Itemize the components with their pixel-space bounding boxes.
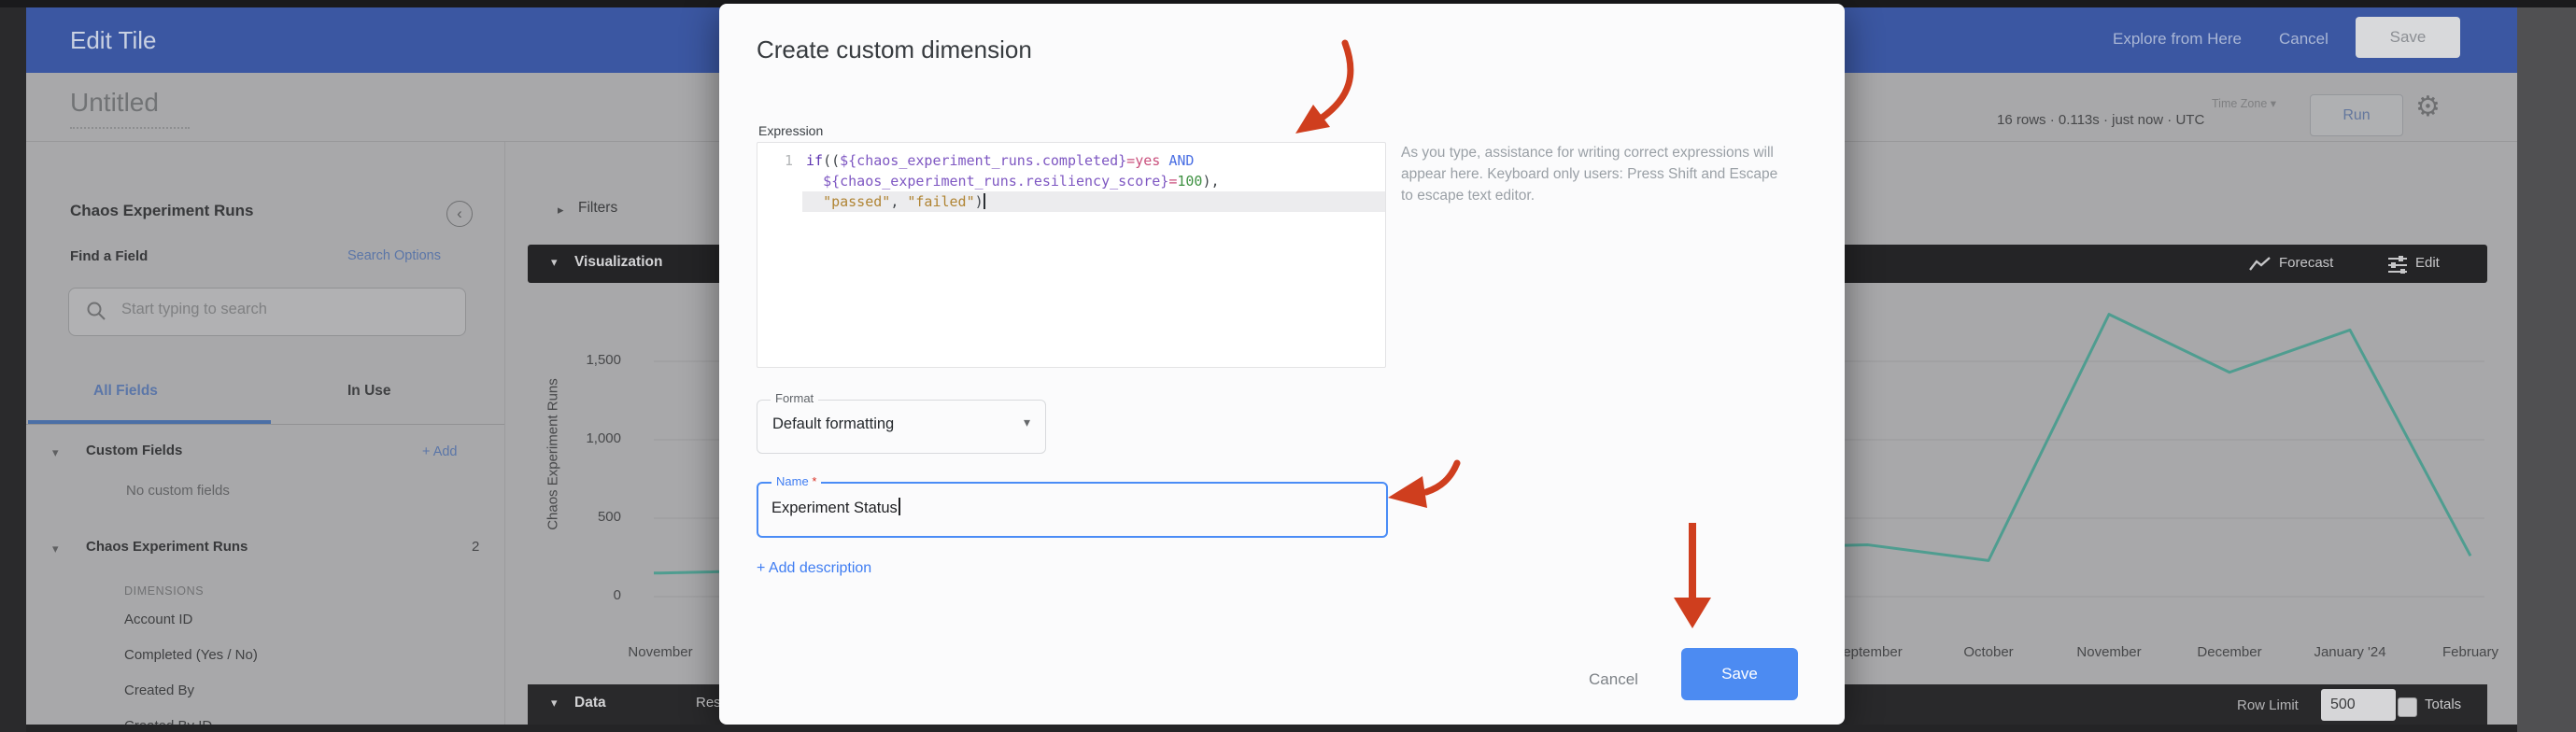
create-custom-dimension-dialog: Create custom dimension Expression 1if((…: [719, 4, 1845, 725]
filters-disclosure-icon: ▸: [558, 203, 564, 218]
x-tick-label: November: [2039, 644, 2179, 660]
letterbox-bottom: [26, 725, 2517, 732]
custom-fields-section[interactable]: Custom Fields: [86, 443, 182, 458]
tab-hairline: [26, 424, 504, 425]
row-limit-label: Row Limit: [2237, 697, 2299, 713]
name-value: Experiment Status: [771, 498, 900, 517]
name-field[interactable]: Name * Experiment Status: [757, 482, 1388, 538]
chart-y-axis-label: Chaos Experiment Runs: [545, 305, 561, 604]
format-value: Default formatting: [772, 415, 894, 433]
add-description-link[interactable]: + Add description: [757, 560, 871, 577]
tile-title-underline: [70, 127, 190, 129]
expression-code-editor[interactable]: 1if((${chaos_experiment_runs.completed}=…: [757, 142, 1386, 368]
header-save-button[interactable]: Save: [2356, 17, 2460, 58]
no-custom-fields-text: No custom fields: [126, 483, 230, 499]
dialog-cancel-button[interactable]: Cancel: [1560, 657, 1667, 702]
totals-label: Totals: [2425, 697, 2461, 712]
dropdown-caret-icon: ▾: [1024, 415, 1030, 430]
explore-from-here-link[interactable]: Explore from Here: [2113, 30, 2242, 49]
field-item[interactable]: Account ID: [124, 602, 479, 638]
required-asterisk: *: [812, 474, 816, 488]
screen: Chaos Experiment Runs 0 500 1,000 1,500 Nov…: [0, 0, 2576, 732]
dimension-field-list: Account IDCompleted (Yes / No)Created By…: [124, 602, 479, 732]
edit-sliders-icon: [2387, 255, 2408, 274]
search-icon: [86, 301, 106, 321]
chevron-down-icon: ▾: [551, 255, 558, 270]
field-item[interactable]: Created By: [124, 673, 479, 709]
chevron-down-icon: ▾: [52, 445, 59, 460]
add-custom-field-link[interactable]: + Add: [422, 444, 458, 459]
tile-title-input[interactable]: Untitled: [70, 88, 159, 118]
x-tick-label: December: [2159, 644, 2300, 660]
format-select[interactable]: Format Default formatting ▾: [757, 400, 1046, 454]
y-tick-label: 500: [523, 509, 621, 525]
text-cursor: [899, 498, 900, 515]
data-label: Data: [574, 695, 606, 711]
filters-section-header[interactable]: Filters: [578, 200, 617, 217]
field-item[interactable]: Completed (Yes / No): [124, 638, 479, 673]
header-cancel-button[interactable]: Cancel: [2279, 30, 2328, 49]
search-placeholder: Start typing to search: [121, 301, 267, 318]
dialog-save-button[interactable]: Save: [1681, 648, 1798, 700]
search-options-link[interactable]: Search Options: [347, 248, 441, 263]
letterbox-left: [0, 7, 26, 732]
totals-checkbox[interactable]: [2398, 697, 2417, 717]
code-text: ${chaos_experiment_runs.resiliency_score…: [802, 171, 1385, 191]
chevron-down-icon: ▾: [551, 696, 558, 711]
timezone-selector[interactable]: Time Zone ▾: [2212, 96, 2276, 110]
dialog-title: Create custom dimension: [757, 35, 1032, 64]
x-tick-label: November: [590, 644, 730, 660]
x-tick-label: January '24: [2280, 644, 2420, 660]
tab-all-fields[interactable]: All Fields: [93, 383, 158, 400]
y-tick-label: 0: [523, 587, 621, 603]
line-number: 1: [757, 150, 802, 171]
code-line: 1if((${chaos_experiment_runs.completed}=…: [757, 150, 1385, 171]
forecast-icon: [2249, 257, 2272, 272]
code-line: "passed", "failed"): [757, 191, 1385, 212]
visualization-label: Visualization: [574, 254, 662, 271]
edit-viz-button[interactable]: Edit: [2415, 255, 2440, 271]
sidebar-divider: [504, 142, 505, 725]
letterbox-right: [2517, 7, 2576, 732]
explore-title: Chaos Experiment Runs: [70, 202, 254, 220]
x-tick-label: October: [1918, 644, 2059, 660]
line-number: [757, 191, 802, 212]
format-label: Format: [771, 391, 818, 405]
code-text: "passed", "failed"): [802, 191, 1385, 212]
tab-in-use[interactable]: In Use: [347, 383, 391, 400]
window-title: Edit Tile: [70, 26, 157, 55]
collapse-sidebar-icon[interactable]: ‹: [446, 201, 473, 227]
code-line: ${chaos_experiment_runs.resiliency_score…: [757, 171, 1385, 191]
code-text: if((${chaos_experiment_runs.completed}=y…: [802, 150, 1385, 171]
expression-label: Expression: [758, 123, 823, 138]
view-field-count: 2: [472, 539, 479, 555]
forecast-button[interactable]: Forecast: [2279, 255, 2333, 271]
row-limit-input[interactable]: [2321, 689, 2396, 721]
tab-results[interactable]: Res: [696, 695, 721, 711]
name-label: Name *: [771, 474, 821, 488]
line-number: [757, 171, 802, 191]
expression-help-text: As you type, assistance for writing corr…: [1401, 142, 1793, 206]
run-button[interactable]: Run: [2310, 94, 2403, 136]
y-tick-label: 1,000: [523, 430, 621, 446]
chevron-down-icon: ▾: [52, 542, 59, 556]
y-tick-label: 1,500: [523, 352, 621, 368]
dimensions-group-label: DIMENSIONS: [124, 584, 204, 598]
query-stats: 16 rows · 0.113s · just now · UTC: [1997, 112, 2204, 128]
find-a-field-label: Find a Field: [70, 248, 148, 264]
view-section[interactable]: Chaos Experiment Runs: [86, 539, 248, 555]
gear-icon[interactable]: ⚙: [2415, 93, 2441, 121]
code-cursor: [984, 193, 985, 209]
